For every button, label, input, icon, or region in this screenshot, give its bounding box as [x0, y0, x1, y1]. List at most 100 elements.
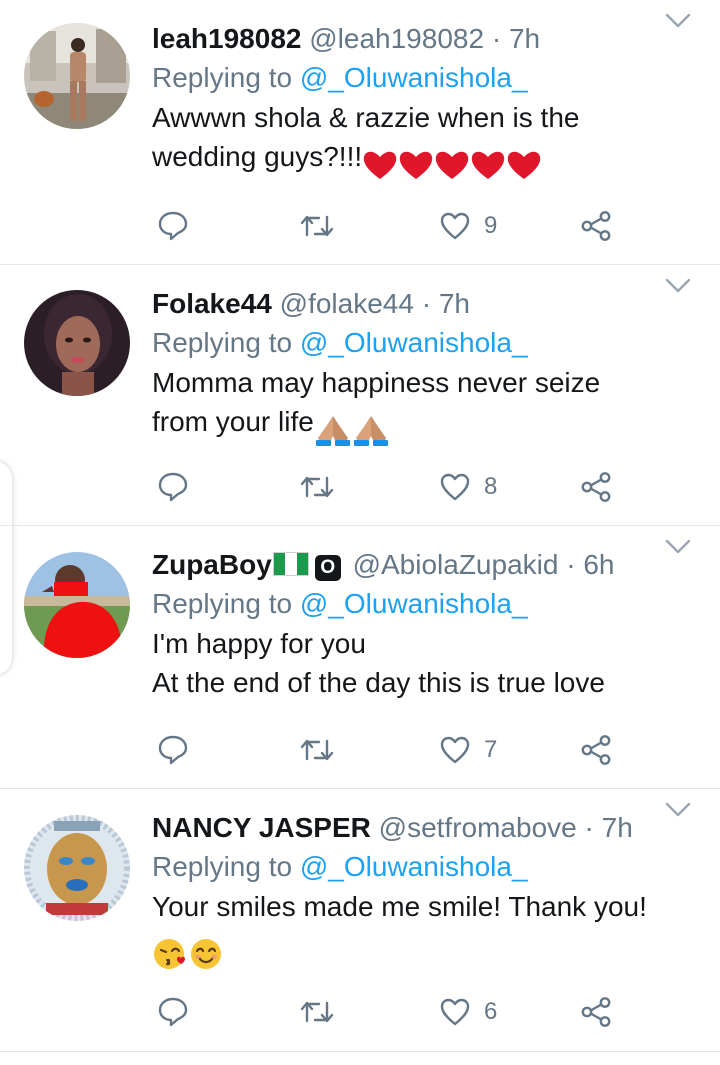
retweet-button[interactable]: [300, 992, 334, 1032]
separator-dot: ·: [491, 23, 502, 54]
replying-to-label: Replying to: [152, 588, 293, 619]
mention-link[interactable]: @_Oluwanishola_: [300, 62, 528, 93]
retweet-icon: [300, 476, 334, 498]
display-name[interactable]: ZupaBoy: [152, 549, 272, 580]
tweet-header: ZupaBoy O @AbiolaZupakid · 6h: [152, 546, 700, 584]
red-heart-icon: [363, 151, 397, 179]
like-count: 7: [484, 736, 498, 763]
heart-outline-icon: [440, 736, 470, 764]
emoji-group: [314, 408, 390, 447]
heart-outline-icon: [440, 998, 470, 1026]
heart-outline-icon: [440, 473, 470, 501]
reply-button[interactable]: [158, 467, 188, 507]
nigeria-flag-icon: [272, 552, 309, 576]
chevron-down-icon[interactable]: [664, 12, 692, 30]
share-button[interactable]: [580, 992, 612, 1032]
like-count: 6: [484, 998, 498, 1025]
tweet-text-content: I'm happy for you At the end of the day …: [152, 628, 605, 698]
retweet-icon: [300, 215, 334, 237]
mention-link[interactable]: @_Oluwanishola_: [300, 851, 528, 882]
chevron-down-icon[interactable]: [664, 538, 692, 556]
display-name[interactable]: NANCY JASPER: [152, 812, 371, 843]
red-heart-icon: [507, 151, 541, 179]
reply-button[interactable]: [158, 992, 188, 1032]
user-handle[interactable]: @setfromabove: [379, 812, 577, 843]
replying-to-label: Replying to: [152, 327, 293, 358]
replying-to-line: Replying to @_Oluwanishola_: [152, 584, 700, 624]
letter-o-badge: O: [314, 555, 341, 581]
like-button[interactable]: 6: [440, 992, 497, 1032]
user-handle[interactable]: @folake44: [280, 288, 414, 319]
tweet-reply-4[interactable]: NANCY JASPER @setfromabove · 7h Replying…: [0, 789, 720, 1052]
user-handle[interactable]: @AbiolaZupakid: [353, 549, 559, 580]
retweet-icon: [300, 739, 334, 761]
smiling-face-icon: [191, 938, 221, 969]
tweet-actions: 6: [0, 992, 720, 1032]
separator-dot: ·: [421, 288, 432, 319]
tweet-header: Folake44 @folake44 · 7h: [152, 285, 700, 323]
folded-hands-icon: [353, 415, 388, 446]
share-button[interactable]: [580, 467, 612, 507]
red-heart-icon: [471, 151, 505, 179]
retweet-button[interactable]: [300, 206, 334, 246]
share-button[interactable]: [580, 206, 612, 246]
like-count: 8: [484, 473, 498, 500]
heart-outline-icon: [440, 212, 470, 240]
tweet-actions: 8: [0, 467, 720, 507]
reply-button[interactable]: [158, 730, 188, 770]
emoji-group: [362, 143, 542, 182]
folded-hands-icon: [315, 415, 350, 446]
user-handle[interactable]: @leah198082: [309, 23, 484, 54]
kissing-face-icon: [154, 938, 185, 969]
share-button[interactable]: [580, 730, 612, 770]
tweet-text-content: Your smiles made me smile! Thank you!: [152, 891, 647, 922]
avatar[interactable]: [24, 552, 130, 658]
reply-button[interactable]: [158, 206, 188, 246]
timestamp[interactable]: 7h: [509, 23, 540, 54]
retweet-button[interactable]: [300, 730, 334, 770]
display-name[interactable]: leah198082: [152, 23, 301, 54]
avatar[interactable]: [24, 23, 130, 129]
timestamp[interactable]: 6h: [583, 549, 614, 580]
share-icon: [581, 211, 611, 241]
replying-to-line: Replying to @_Oluwanishola_: [152, 847, 700, 887]
replying-to-line: Replying to @_Oluwanishola_: [152, 58, 700, 98]
tweet-text: Momma may happiness never seize from you…: [152, 363, 700, 447]
tweet-reply-3[interactable]: ZupaBoy O @AbiolaZupakid · 6h Replying to…: [0, 526, 720, 789]
like-count: 9: [484, 212, 498, 239]
emoji-group: [152, 932, 224, 971]
like-button[interactable]: 8: [440, 467, 497, 507]
retweet-icon: [300, 1001, 334, 1023]
retweet-button[interactable]: [300, 467, 334, 507]
tweet-text: Awwwn shola & razzie when is the wedding…: [152, 98, 700, 182]
tweet-reply-1[interactable]: leah198082 @leah198082 · 7h Replying to …: [0, 0, 720, 265]
reply-icon: [158, 735, 188, 765]
timestamp[interactable]: 7h: [439, 288, 470, 319]
like-button[interactable]: 9: [440, 206, 497, 246]
separator-dot: ·: [584, 812, 594, 843]
mention-link[interactable]: @_Oluwanishola_: [300, 588, 528, 619]
reply-icon: [158, 997, 188, 1027]
tweet-text: Your smiles made me smile! Thank you!: [152, 887, 700, 971]
chevron-down-icon[interactable]: [664, 801, 692, 819]
tweet-reply-2[interactable]: Folake44 @folake44 · 7h Replying to @_Ol…: [0, 265, 720, 526]
reply-icon: [158, 211, 188, 241]
tweet-actions: 7: [0, 730, 720, 770]
replying-to-label: Replying to: [152, 62, 293, 93]
share-icon: [581, 735, 611, 765]
mention-link[interactable]: @_Oluwanishola_: [300, 327, 528, 358]
reply-icon: [158, 472, 188, 502]
tweet-text: I'm happy for you At the end of the day …: [152, 624, 700, 702]
share-icon: [581, 997, 611, 1027]
avatar[interactable]: [24, 290, 130, 396]
red-heart-icon: [435, 151, 469, 179]
tweet-header: NANCY JASPER @setfromabove · 7h: [152, 809, 700, 847]
tweet-actions: 9: [0, 206, 720, 246]
timestamp[interactable]: 7h: [602, 812, 633, 843]
display-name[interactable]: Folake44: [152, 288, 272, 319]
share-icon: [581, 472, 611, 502]
avatar[interactable]: [24, 815, 130, 921]
like-button[interactable]: 7: [440, 730, 497, 770]
red-heart-icon: [399, 151, 433, 179]
chevron-down-icon[interactable]: [664, 277, 692, 295]
